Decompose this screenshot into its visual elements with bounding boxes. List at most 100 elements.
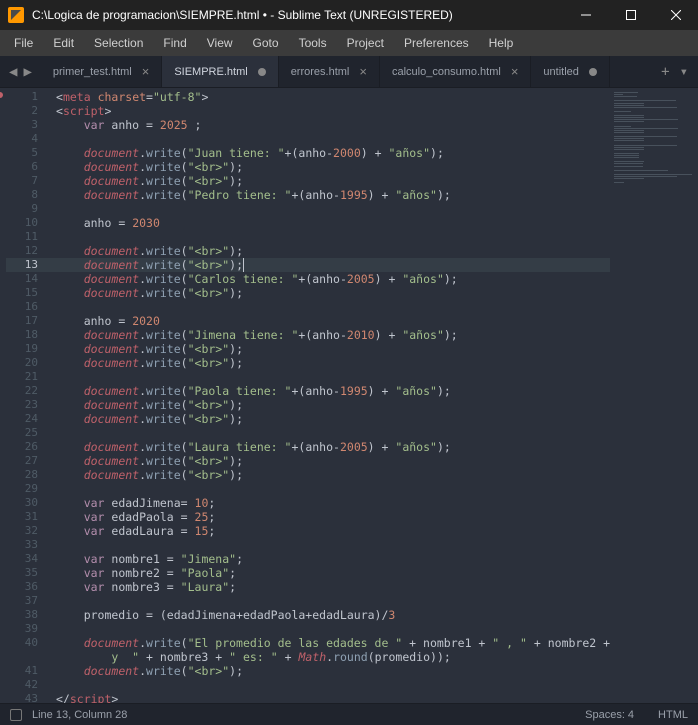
code-line[interactable] [56,300,610,314]
code-line[interactable]: document.write("<br>"); [56,412,610,426]
tab[interactable]: errores.html× [279,56,380,87]
code-line[interactable]: var nombre3 = "Laura"; [56,580,610,594]
line-number[interactable]: 27 [6,454,56,468]
tab[interactable]: SIEMPRE.html [162,56,278,87]
line-number[interactable]: 42 [6,678,56,692]
code-line[interactable]: document.write("<br>"); [56,664,610,678]
line-number[interactable]: 31 [6,510,56,524]
code-line[interactable] [56,622,610,636]
indent-setting[interactable]: Spaces: 4 [585,709,634,721]
menu-item-help[interactable]: Help [479,32,524,54]
line-number[interactable]: 13 [6,258,56,272]
code-line[interactable]: var nombre1 = "Jimena"; [56,552,610,566]
code-line[interactable]: document.write("<br>"); [56,454,610,468]
menu-item-project[interactable]: Project [337,32,394,54]
line-number[interactable]: 30 [6,496,56,510]
code-line[interactable]: document.write("<br>"); [56,244,610,258]
line-number[interactable]: 11 [6,230,56,244]
line-number[interactable]: 34 [6,552,56,566]
menu-item-goto[interactable]: Goto [243,32,289,54]
menu-item-preferences[interactable]: Preferences [394,32,479,54]
line-number[interactable]: 29 [6,482,56,496]
menu-item-view[interactable]: View [197,32,243,54]
code-line[interactable]: document.write("<br>"); [56,160,610,174]
close-button[interactable] [653,0,698,30]
line-number[interactable]: 26 [6,440,56,454]
tab[interactable]: calculo_consumo.html× [380,56,531,87]
code-line[interactable]: document.write("Juan tiene: "+(anho-2000… [56,146,610,160]
code-line[interactable] [56,538,610,552]
menu-item-selection[interactable]: Selection [84,32,153,54]
line-number[interactable]: 17 [6,314,56,328]
code-line[interactable]: var edadLaura = 15; [56,524,610,538]
forward-icon[interactable]: ▶ [23,64,31,80]
line-number[interactable] [6,650,56,664]
line-number[interactable]: 39 [6,622,56,636]
line-number[interactable]: 35 [6,566,56,580]
line-number[interactable]: 10 [6,216,56,230]
code-line[interactable] [56,132,610,146]
menu-item-find[interactable]: Find [153,32,196,54]
code-line[interactable] [56,426,610,440]
code-line[interactable]: var edadJimena= 10; [56,496,610,510]
code-line[interactable]: document.write("Jimena tiene: "+(anho-20… [56,328,610,342]
code-line[interactable]: document.write("Laura tiene: "+(anho-200… [56,440,610,454]
line-number[interactable]: 40 [6,636,56,650]
code-line[interactable] [56,678,610,692]
line-number[interactable]: 23 [6,398,56,412]
line-number[interactable]: 28 [6,468,56,482]
code-line[interactable]: anho = 2020 [56,314,610,328]
line-number[interactable]: 2 [6,104,56,118]
line-number[interactable]: 41 [6,664,56,678]
editor-area[interactable]: 1234567891011121314151617181920212223242… [0,88,698,703]
code-line[interactable] [56,202,610,216]
code-line[interactable]: document.write("Carlos tiene: "+(anho-20… [56,272,610,286]
tab[interactable]: primer_test.html× [41,56,162,87]
line-number[interactable]: 19 [6,342,56,356]
line-number[interactable]: 16 [6,300,56,314]
line-number[interactable]: 5 [6,146,56,160]
back-icon[interactable]: ◀ [9,64,17,80]
tab[interactable]: untitled [531,56,609,87]
tab-close-icon[interactable]: × [511,64,519,79]
cursor-position[interactable]: Line 13, Column 28 [32,709,127,721]
code-line[interactable]: <meta charset="utf-8"> [56,90,610,104]
tab-close-icon[interactable]: × [359,64,367,79]
maximize-button[interactable] [608,0,653,30]
code-line[interactable]: document.write("<br>"); [56,258,610,272]
line-number[interactable]: 12 [6,244,56,258]
line-number[interactable]: 24 [6,412,56,426]
code-line[interactable]: document.write("El promedio de las edade… [56,636,610,650]
menu-item-file[interactable]: File [4,32,43,54]
line-number[interactable]: 6 [6,160,56,174]
line-number[interactable]: 20 [6,356,56,370]
code-line[interactable]: document.write("Pedro tiene: "+(anho-199… [56,188,610,202]
new-tab-button[interactable]: + [661,64,669,80]
code-line[interactable]: y " + nombre3 + " es: " + Math.round(pro… [56,650,610,664]
code-line[interactable]: document.write("<br>"); [56,286,610,300]
code-line[interactable]: anho = 2030 [56,216,610,230]
tab-history-nav[interactable]: ◀▶ [0,56,41,87]
line-number-gutter[interactable]: 1234567891011121314151617181920212223242… [6,88,56,703]
code-line[interactable]: var edadPaola = 25; [56,510,610,524]
line-number[interactable]: 4 [6,132,56,146]
code-line[interactable]: var anho = 2025 ; [56,118,610,132]
line-number[interactable]: 9 [6,202,56,216]
code-line[interactable]: document.write("Paola tiene: "+(anho-199… [56,384,610,398]
minimize-button[interactable] [563,0,608,30]
tab-dropdown-button[interactable]: ▾ [680,64,688,80]
code-line[interactable]: document.write("<br>"); [56,174,610,188]
panel-toggle-icon[interactable] [10,709,22,721]
line-number[interactable]: 15 [6,286,56,300]
line-number[interactable]: 43 [6,692,56,703]
line-number[interactable]: 22 [6,384,56,398]
line-number[interactable]: 33 [6,538,56,552]
syntax-mode[interactable]: HTML [658,709,688,721]
code-line[interactable] [56,594,610,608]
code-line[interactable]: document.write("<br>"); [56,356,610,370]
menu-item-edit[interactable]: Edit [43,32,84,54]
line-number[interactable]: 3 [6,118,56,132]
code-line[interactable]: document.write("<br>"); [56,398,610,412]
code-line[interactable] [56,370,610,384]
line-number[interactable]: 1 [6,90,56,104]
